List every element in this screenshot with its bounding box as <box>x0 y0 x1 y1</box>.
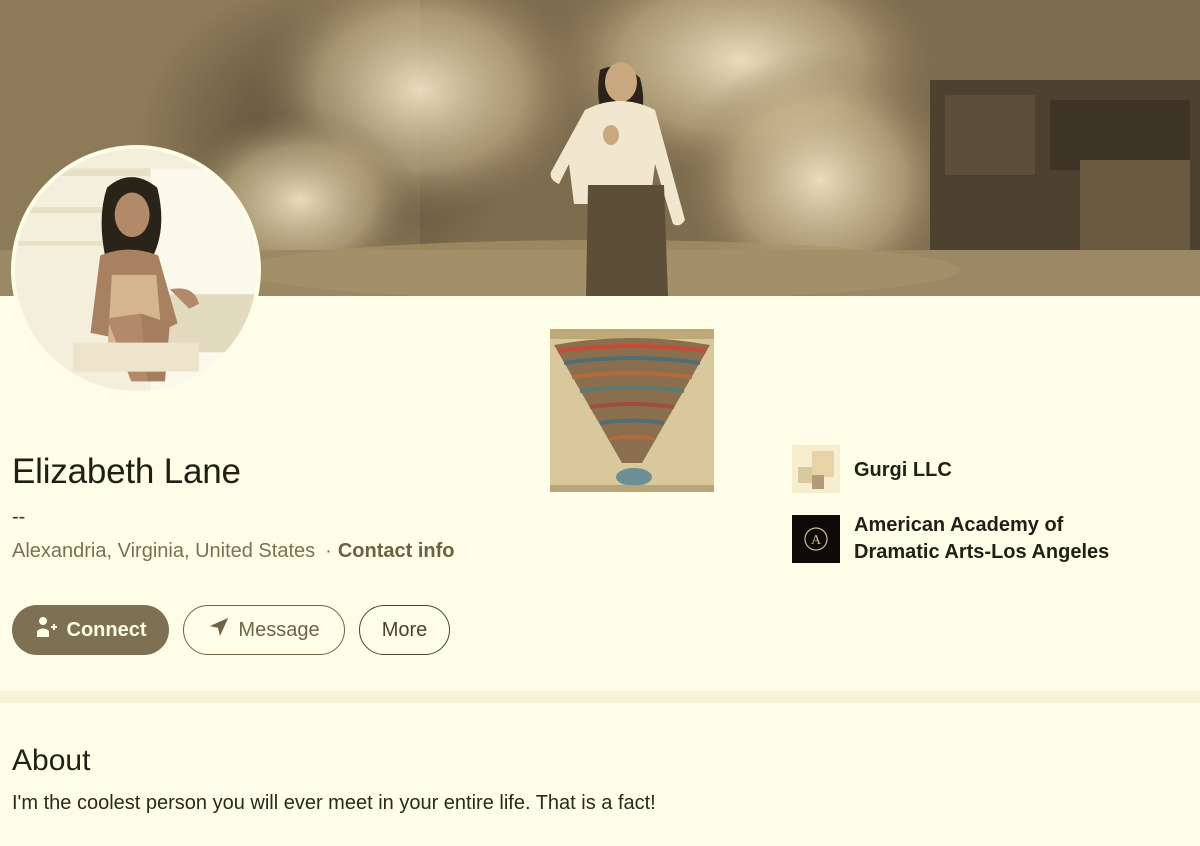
org-name-aada: American Academy of Dramatic Arts-Los An… <box>854 514 1110 563</box>
profile-headline: -- <box>12 506 26 528</box>
section-divider <box>0 691 1200 703</box>
gurgi-logo-icon <box>792 445 840 493</box>
profile-organizations: Gurgi LLC A American Academy of Dramatic… <box>792 445 1154 588</box>
profile-location: Alexandria, Virginia, United States <box>12 540 316 562</box>
aada-logo-icon: A <box>792 515 840 563</box>
message-label: Message <box>238 618 320 641</box>
add-person-icon <box>35 615 59 645</box>
about-text: I'm the coolest person you will ever mee… <box>12 792 656 814</box>
message-button[interactable]: Message <box>183 605 345 655</box>
about-title: About <box>12 744 91 777</box>
aada-logo-letter: A <box>811 533 822 548</box>
featured-image[interactable] <box>550 329 714 492</box>
featured-artwork <box>550 329 714 492</box>
more-button[interactable]: More <box>359 605 450 655</box>
profile-avatar[interactable] <box>11 145 261 395</box>
contact-info-link[interactable]: Contact info <box>338 540 455 562</box>
org-item-aada[interactable]: A American Academy of Dramatic Arts-Los … <box>792 514 1154 566</box>
org-name-gurgi: Gurgi LLC <box>854 459 952 481</box>
send-icon <box>208 616 230 644</box>
separator-dot: · <box>325 540 332 562</box>
profile-name: Elizabeth Lane <box>12 452 241 491</box>
org-item-gurgi[interactable]: Gurgi LLC <box>792 445 1154 493</box>
profile-avatar-image <box>15 149 257 391</box>
about-section: About I'm the coolest person you will ev… <box>12 744 656 815</box>
connect-button[interactable]: Connect <box>12 605 169 655</box>
location-row: Alexandria, Virginia, United States · Cont… <box>12 540 454 563</box>
more-label: More <box>381 618 428 641</box>
profile-actions: Connect Message More <box>12 605 450 655</box>
connect-label: Connect <box>66 618 147 641</box>
